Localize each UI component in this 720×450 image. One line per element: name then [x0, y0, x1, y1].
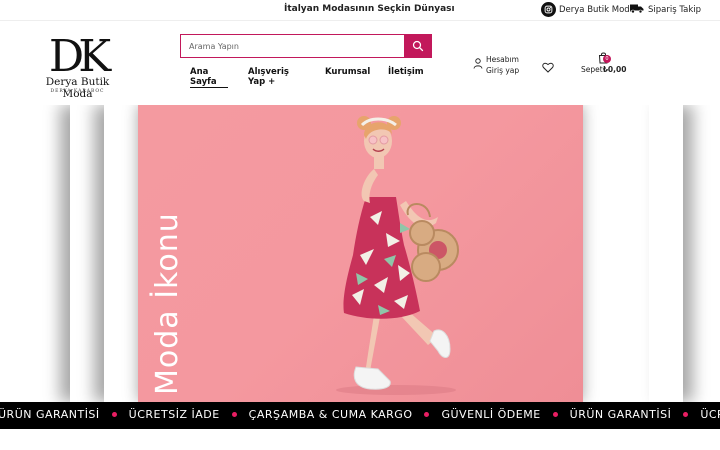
cart-button[interactable]: 0 Sepet₺0,00 — [581, 52, 631, 74]
cart-count-badge: 0 — [603, 55, 611, 63]
marquee-track: ÜRÜN GARANTİSİ ÜCRETSİZ İADE ÇARŞAMBA & CU… — [0, 408, 720, 421]
top-bar: İtalyan Modasının Seçkin Dünyası Derya B… — [0, 0, 720, 21]
marquee-item: ÜCRETSİZ İADE — [128, 408, 220, 421]
cart-label-text: Sepet — [581, 65, 603, 74]
hero-model-image — [336, 116, 459, 395]
order-tracking-label: Sipariş Takip — [648, 5, 702, 15]
marquee-item: ÜRÜN GARANTİSİ — [569, 408, 672, 421]
logo-brand: Derya Butik Moda — [45, 76, 110, 100]
header: DK Derya Butik Moda DERYA KARABOC Ana Sa… — [0, 21, 720, 105]
slide-next-edge[interactable] — [649, 105, 683, 402]
cart-total: ₺0,00 — [602, 65, 627, 74]
site-logo[interactable]: DK Derya Butik Moda DERYA KARABOC — [30, 31, 125, 100]
instagram-link[interactable]: Derya Butik Moda — [541, 2, 635, 17]
heart-icon — [542, 62, 554, 73]
instagram-icon — [541, 2, 556, 17]
account-link[interactable]: Hesabım Giriş yap — [473, 54, 519, 76]
search-icon — [412, 40, 423, 52]
marquee-dot — [424, 411, 430, 417]
hero-slide-active[interactable]: Moda İkonu — [138, 105, 583, 402]
search-bar — [180, 34, 432, 58]
nav-item-shop[interactable]: Alışveriş Yap + — [248, 67, 306, 87]
logo-monogram: DK — [49, 31, 118, 82]
logo-monogram-text: DK — [49, 31, 112, 75]
nav-item-corporate[interactable]: Kurumsal — [325, 67, 370, 77]
slide-prev[interactable] — [104, 105, 138, 402]
marquee-item: ÇARŞAMBA & CUMA KARGO — [248, 408, 413, 421]
favorites-button[interactable] — [542, 58, 554, 77]
order-tracking-link[interactable]: Sipariş Takip — [630, 3, 701, 17]
search-button[interactable] — [404, 35, 431, 57]
truck-icon — [630, 3, 644, 17]
account-text: Hesabım Giriş yap — [486, 54, 519, 76]
benefits-marquee: ÜRÜN GARANTİSİ ÜCRETSİZ İADE ÇARŞAMBA & CU… — [0, 402, 720, 429]
slide-prev-edge[interactable] — [70, 105, 104, 402]
hero-slider: Moda İkonu — [0, 105, 720, 402]
marquee-item: ÜCRETSİZ İADE — [700, 408, 720, 421]
marquee-dot — [552, 411, 558, 417]
account-line2: Giriş yap — [486, 66, 520, 75]
instagram-label: Derya Butik Moda — [559, 4, 635, 15]
search-input[interactable] — [181, 35, 404, 57]
cart-label: Sepet₺0,00 — [581, 65, 626, 74]
marquee-item: ÜRÜN GARANTİSİ — [0, 408, 100, 421]
marquee-dot — [231, 411, 237, 417]
marquee-dot — [111, 411, 117, 417]
hero-vertical-text: Moda İkonu — [150, 212, 185, 395]
marquee-dot — [683, 411, 689, 417]
user-icon — [473, 58, 483, 72]
slide-next[interactable] — [583, 105, 649, 402]
account-line1: Hesabım — [486, 55, 519, 64]
marquee-item: GÜVENLİ ÖDEME — [441, 408, 541, 421]
logo-subtitle: DERYA KARABOC — [50, 89, 105, 94]
nav-item-contact[interactable]: İletişim — [388, 67, 424, 77]
nav-item-home[interactable]: Ana Sayfa — [190, 67, 228, 88]
promo-text: İtalyan Modasının Seçkin Dünyası — [284, 4, 455, 14]
